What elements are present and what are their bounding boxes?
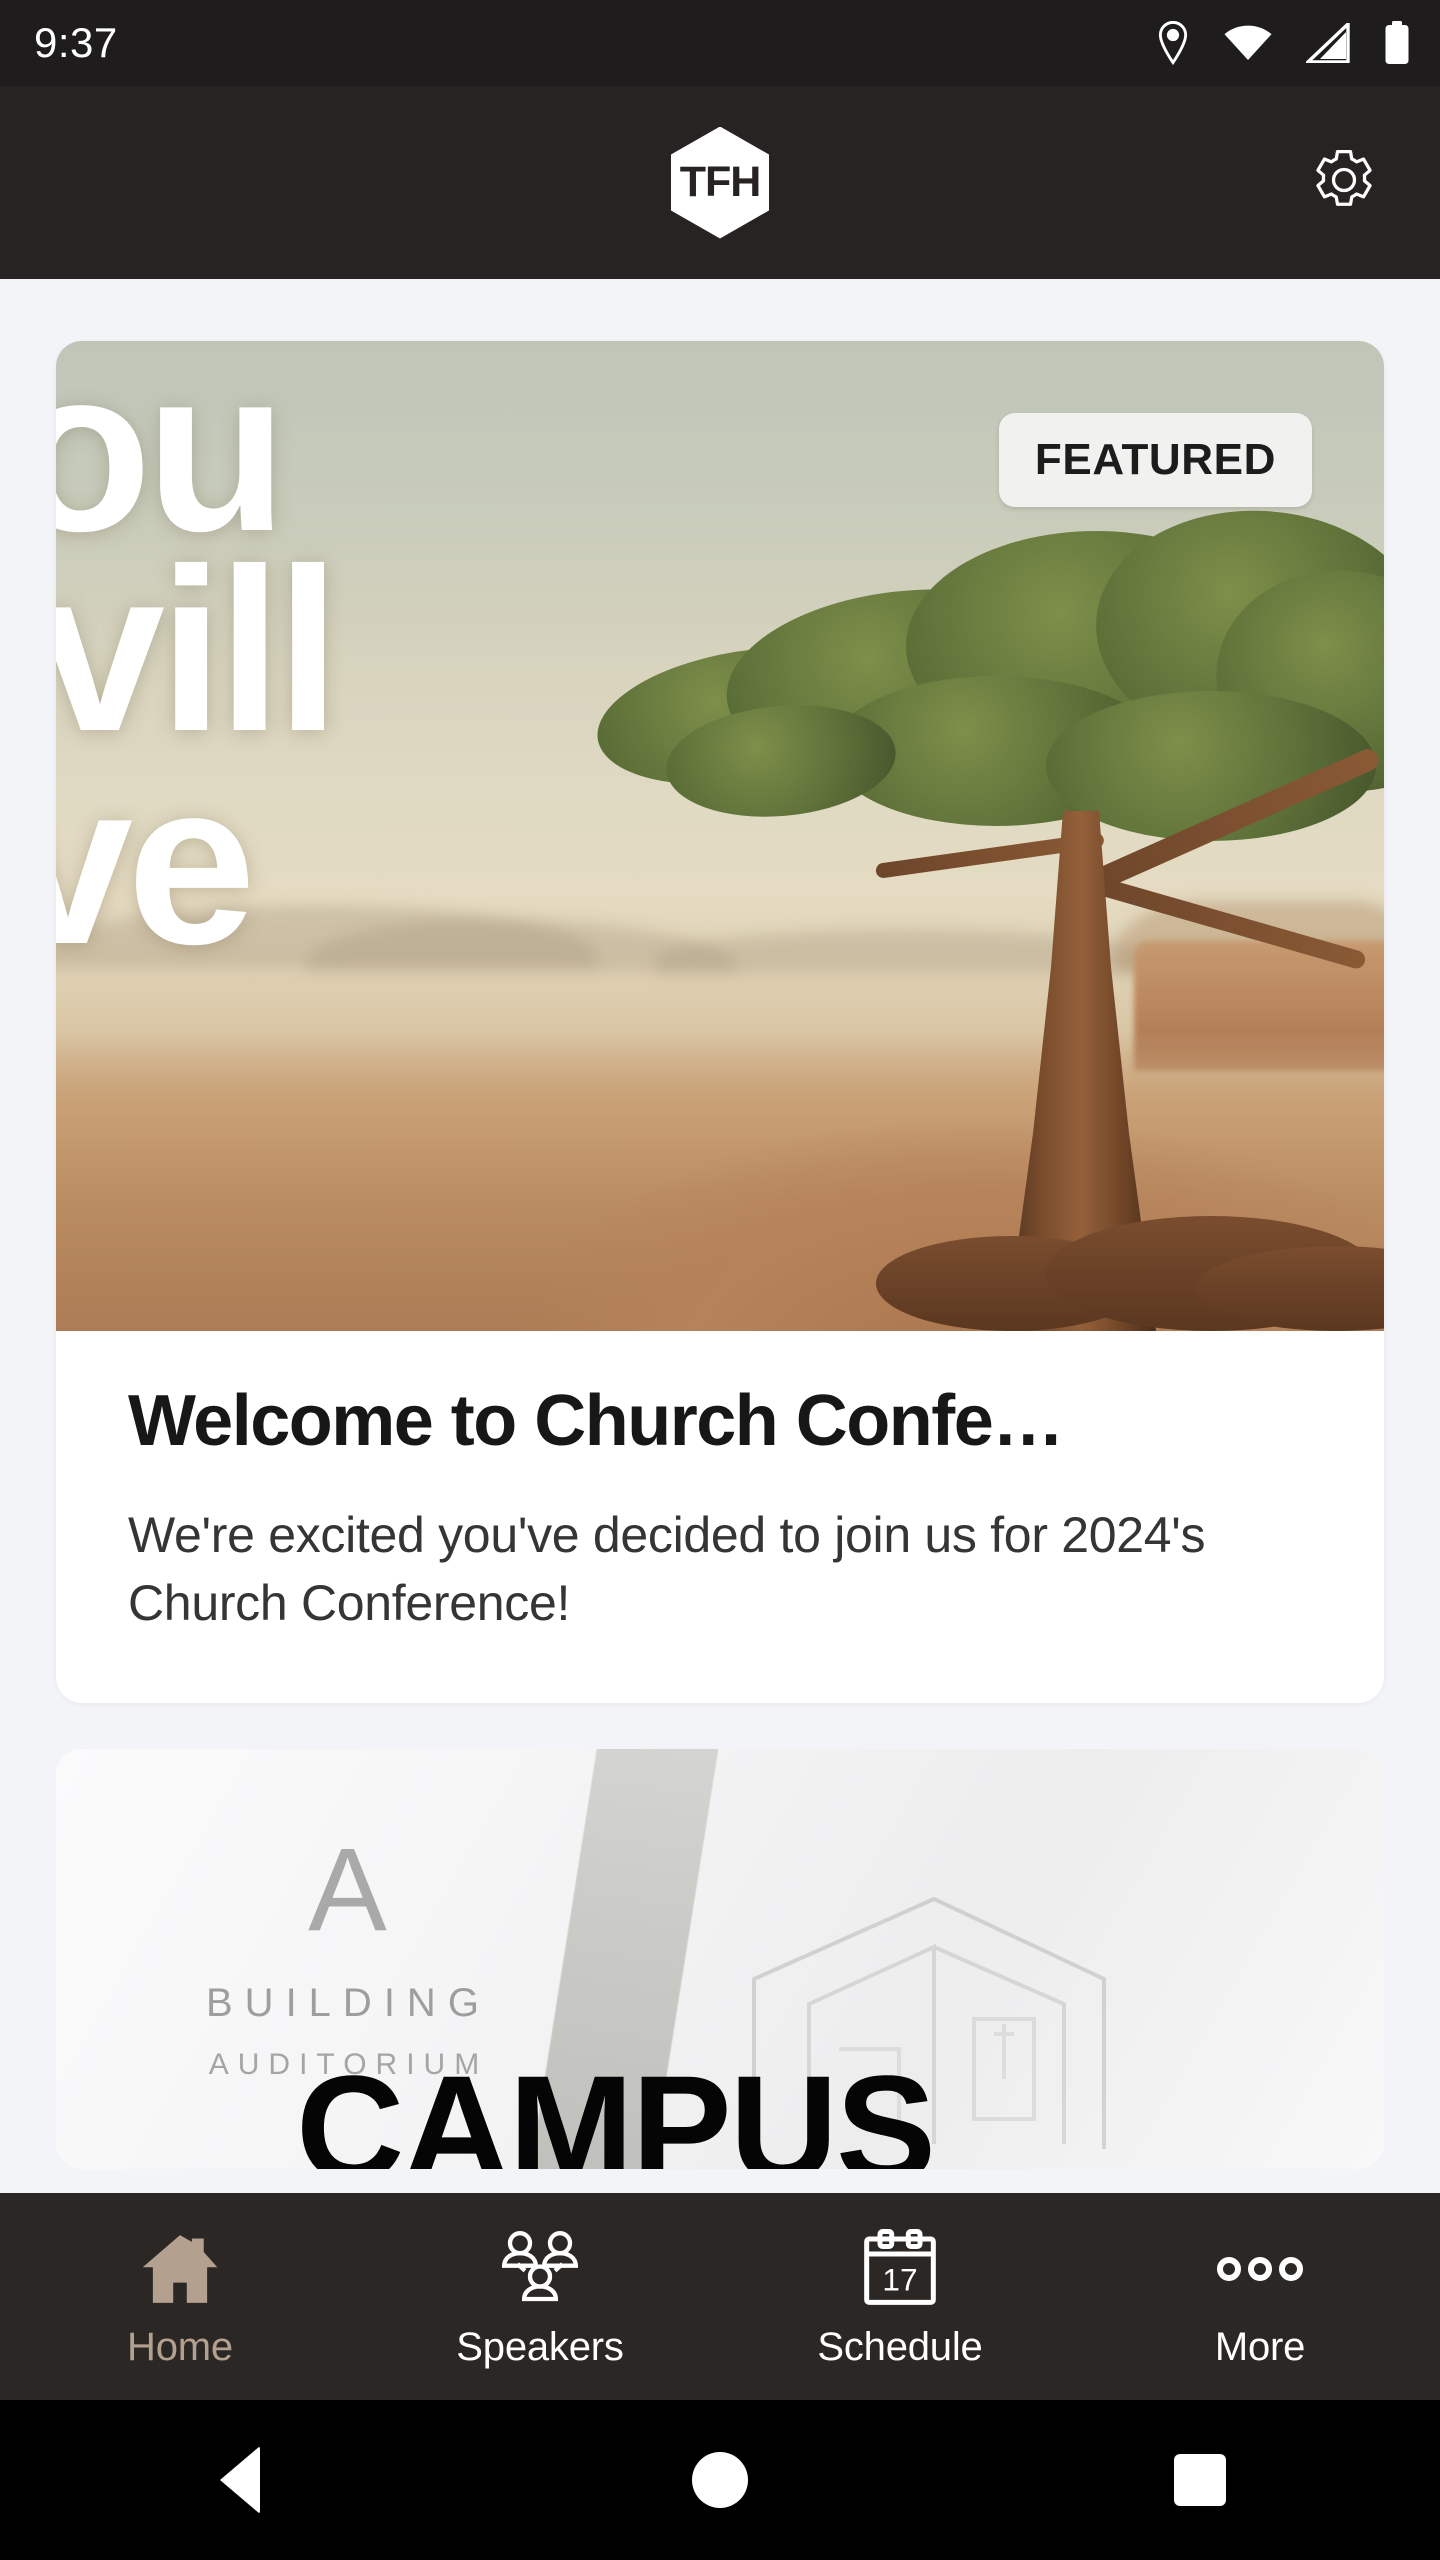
- nav-label-more: More: [1214, 2325, 1306, 2369]
- featured-card[interactable]: ou vill ve FEATURED Welcome to Church Co…: [56, 341, 1384, 1703]
- status-bar: 9:37: [0, 0, 1440, 86]
- phone-screen: 9:37 TFH ou vill ve FEATURED Welcome to …: [0, 0, 1440, 2560]
- app-logo-text: TFH: [679, 158, 762, 206]
- battery-icon: [1384, 21, 1410, 65]
- status-icons: [1156, 21, 1410, 65]
- campus-title: CAMPUS: [296, 2043, 936, 2169]
- location-pin-icon: [1156, 21, 1190, 65]
- featured-card-title: Welcome to Church Confe…: [128, 1383, 1064, 1461]
- app-bar: TFH: [0, 86, 1440, 279]
- nav-label-speakers: Speakers: [456, 2325, 624, 2369]
- hero-overlay-line-2: vill: [56, 520, 340, 780]
- people-group-icon: [498, 2223, 582, 2315]
- home-circle-icon: [692, 2452, 748, 2508]
- back-triangle-icon: [220, 2446, 260, 2514]
- ellipsis-icon: [1214, 2223, 1306, 2315]
- campus-card[interactable]: A BUILDING AUDITORIUM CAMPUS: [56, 1748, 1384, 2169]
- hero-overlay-text: ou vill ve: [56, 341, 340, 994]
- nav-item-speakers[interactable]: Speakers: [360, 2223, 720, 2370]
- cellular-signal-icon: [1306, 23, 1350, 63]
- nav-label-schedule: Schedule: [817, 2325, 983, 2369]
- home-icon: [139, 2223, 221, 2315]
- recents-square-icon: [1174, 2454, 1226, 2506]
- android-back-button[interactable]: [160, 2400, 320, 2560]
- nav-item-home[interactable]: Home: [0, 2223, 360, 2370]
- bottom-navigation: Home Speakers 17 Schedule More: [0, 2193, 1440, 2400]
- android-system-nav: [0, 2400, 1440, 2560]
- scroll-content[interactable]: ou vill ve FEATURED Welcome to Church Co…: [0, 279, 1440, 2193]
- nav-label-home: Home: [127, 2325, 233, 2369]
- hero-overlay-line-3: ve: [56, 734, 256, 994]
- gear-icon: [1310, 146, 1378, 219]
- android-recents-button[interactable]: [1120, 2400, 1280, 2560]
- acacia-tree: [576, 499, 1384, 1331]
- nav-item-schedule[interactable]: 17 Schedule: [720, 2223, 1080, 2370]
- nav-item-more[interactable]: More: [1080, 2223, 1440, 2370]
- status-time: 9:37: [34, 19, 118, 66]
- featured-badge: FEATURED: [998, 413, 1312, 507]
- settings-button[interactable]: [1296, 135, 1392, 231]
- featured-card-description: We're excited you've decided to join us …: [128, 1506, 1206, 1631]
- wifi-icon: [1224, 25, 1272, 61]
- calendar-icon: 17: [861, 2223, 939, 2315]
- campus-letter: A: [308, 1823, 389, 1956]
- featured-card-body: Welcome to Church Confe… We're excited y…: [56, 1331, 1384, 1703]
- featured-hero-image: ou vill ve FEATURED: [56, 341, 1384, 1331]
- android-home-button[interactable]: [640, 2400, 800, 2560]
- svg-text:17: 17: [882, 2262, 917, 2298]
- app-logo[interactable]: TFH: [671, 126, 769, 239]
- campus-building-label: BUILDING: [206, 1980, 491, 2025]
